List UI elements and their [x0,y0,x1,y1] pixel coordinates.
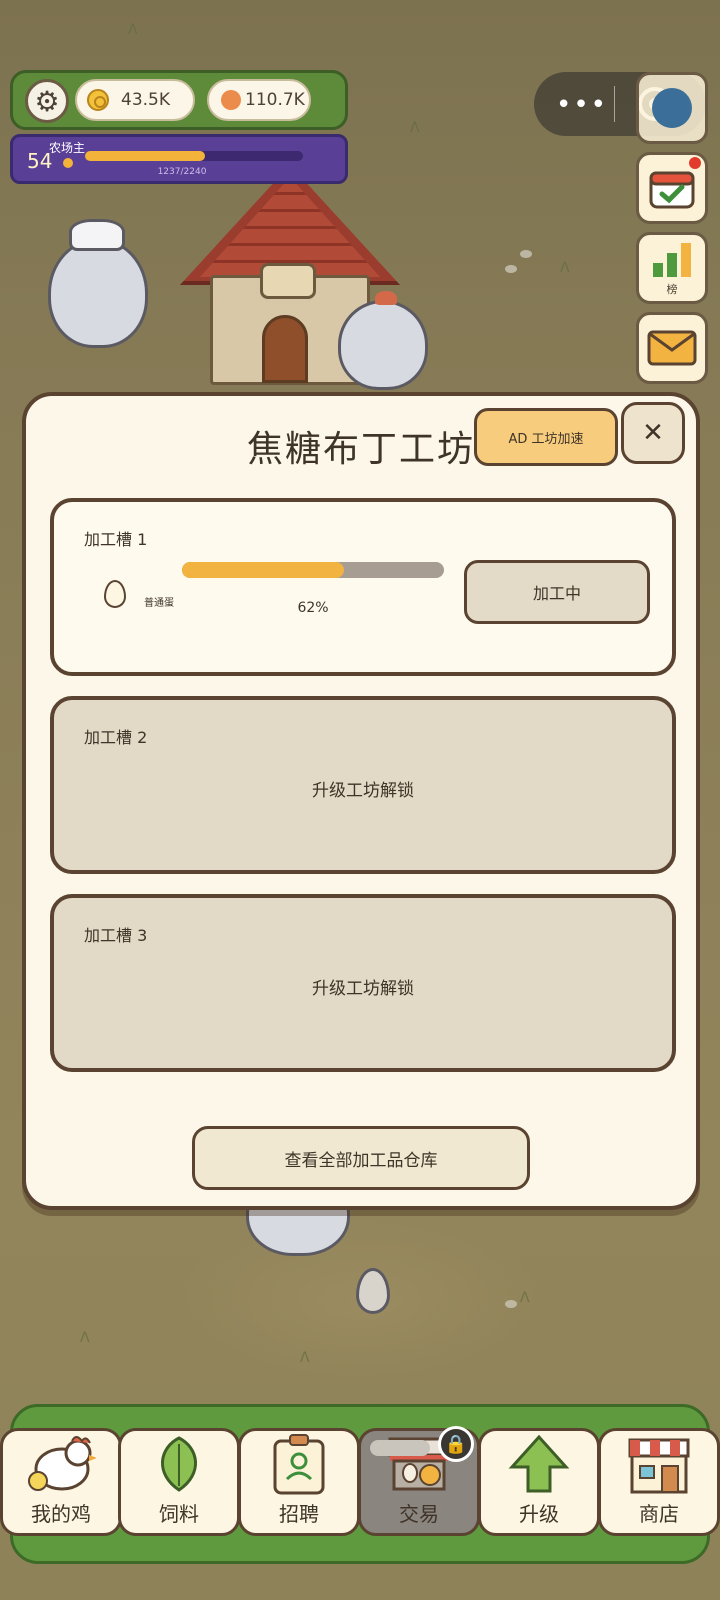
grass-tuft: ᐱ [300,1350,310,1366]
nav-recruit[interactable]: 招聘 [238,1428,360,1536]
level-panel[interactable]: 54 农场主 1237/2240 [10,134,348,184]
nav-label: 升级 [519,1502,559,1526]
globe-icon [652,88,692,128]
pebble [505,1300,517,1308]
house-roof-tiles [200,177,380,277]
nav-upgrade[interactable]: 升级 [478,1428,600,1536]
rank-title: 农场主 [49,141,86,155]
side-button-top[interactable] [636,72,708,144]
more-menu-icon[interactable]: ••• [556,90,608,120]
mail-button[interactable] [636,312,708,384]
nav-label: 商店 [639,1502,679,1526]
egg-icon [104,580,126,608]
grass-tuft: ᐱ [410,120,420,136]
chef-hat-icon [69,219,125,251]
close-button[interactable]: ✕ [621,402,685,464]
grass-tuft: ᐱ [128,22,138,38]
coin-counter[interactable]: 43.5K [75,79,195,121]
capsule-divider [614,86,615,122]
view-storage-button[interactable]: 查看全部加工品仓库 [192,1126,530,1190]
coin-amount: 43.5K [121,90,170,110]
chicken-icon [26,1434,96,1494]
shop-icon [624,1434,694,1494]
coin-icon [87,89,109,111]
settings-gear-icon[interactable]: ⚙ [25,79,69,123]
nav-label: 我的鸡 [31,1502,91,1526]
checkin-calendar-button[interactable] [636,152,708,224]
grass-tuft: ᐱ [520,1290,530,1306]
nav-label: 饲料 [159,1502,199,1526]
nav-label: 招聘 [279,1502,319,1526]
up-arrow-icon [504,1434,574,1494]
trade-toggle [370,1440,430,1456]
processing-status-button[interactable]: 加工中 [464,560,650,624]
leaderboard-label: 榜 [666,283,678,296]
processing-slot-3[interactable]: 加工槽 3 升级工坊解锁 [50,894,676,1072]
orange-gem-icon [221,90,241,110]
gem-amount: 110.7K [245,90,305,110]
egg-on-ground[interactable] [356,1268,390,1314]
nav-shop[interactable]: 商店 [598,1428,720,1536]
envelope-icon [647,330,697,366]
pebble [505,265,517,273]
leaf-icon [144,1434,214,1494]
lock-icon: 🔒 [438,1426,474,1462]
nav-my-chickens[interactable]: 我的鸡 [0,1428,122,1536]
house-sign [260,263,316,299]
leaderboard-button[interactable]: 榜 [636,232,708,304]
nav-feed[interactable]: 饲料 [118,1428,240,1536]
xp-text: 1237/2240 [157,167,207,177]
house-door [262,315,308,383]
chicken-comb [374,291,397,305]
chef-chicken[interactable] [48,219,148,348]
slot-label: 加工槽 3 [84,926,148,945]
bar-chart-icon [653,243,691,277]
unlock-hint: 升级工坊解锁 [312,781,414,801]
notification-dot [689,157,701,169]
grass-tuft: ᐱ [560,260,570,276]
processing-slot-2[interactable]: 加工槽 2 升级工坊解锁 [50,696,676,874]
slot-label: 加工槽 1 [84,530,148,549]
processing-slot-1: 加工槽 1 普通蛋 62% 加工中 [50,498,676,676]
slot-progress-fill [182,562,345,578]
slot-progress-track [182,562,444,578]
unlock-hint: 升级工坊解锁 [312,979,414,999]
id-card-icon [264,1434,334,1495]
xp-progress-track [85,151,303,161]
xp-progress-fill [85,151,206,161]
chicken[interactable] [338,291,428,390]
grass-tuft: ᐱ [80,1330,90,1346]
workshop-modal: 焦糖布丁工坊 AD 工坊加速 ✕ 加工槽 1 普通蛋 62% 加工中 加工槽 2… [22,392,700,1210]
slot-label: 加工槽 2 [84,728,148,747]
slot-progress-text: 62% [297,600,329,616]
item-name: 普通蛋 [144,598,174,609]
resource-bar: ⚙ 43.5K 110.7K [10,70,348,130]
calendar-check-icon [649,171,695,209]
pebble [520,250,532,258]
gem-counter[interactable]: 110.7K [207,79,311,121]
nav-label: 交易 [399,1502,439,1526]
ad-speedup-button[interactable]: AD 工坊加速 [474,408,618,466]
